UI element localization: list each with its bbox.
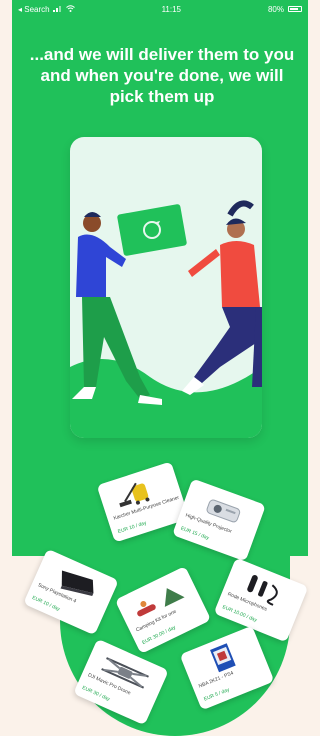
product-price: EUR 10 / day <box>31 595 61 613</box>
product-price: EUR 30 / day <box>81 685 111 703</box>
delivery-illustration <box>70 200 262 438</box>
battery-icon <box>287 6 302 12</box>
package-icon <box>117 204 187 256</box>
status-time: 11:15 <box>161 4 181 14</box>
onboarding-headline: ...and we will deliver them to you and w… <box>29 45 295 106</box>
back-to-search-link[interactable]: ◂ Search <box>18 5 50 14</box>
ground-wave <box>70 359 262 438</box>
status-bar: ◂ Search 11:15 80% <box>12 0 308 18</box>
signal-icon <box>52 5 63 14</box>
battery-percent: 80% <box>267 4 284 14</box>
product-price: EUR 5 / day <box>203 686 231 703</box>
delivery-illustration-card <box>70 137 262 438</box>
product-price: EUR 10 / day <box>117 520 148 536</box>
status-left: ◂ Search <box>18 5 75 14</box>
product-price: EUR 15 / day <box>179 525 210 542</box>
status-right: 80% <box>268 5 302 14</box>
customer-figure <box>182 200 262 395</box>
wifi-icon <box>65 4 75 14</box>
